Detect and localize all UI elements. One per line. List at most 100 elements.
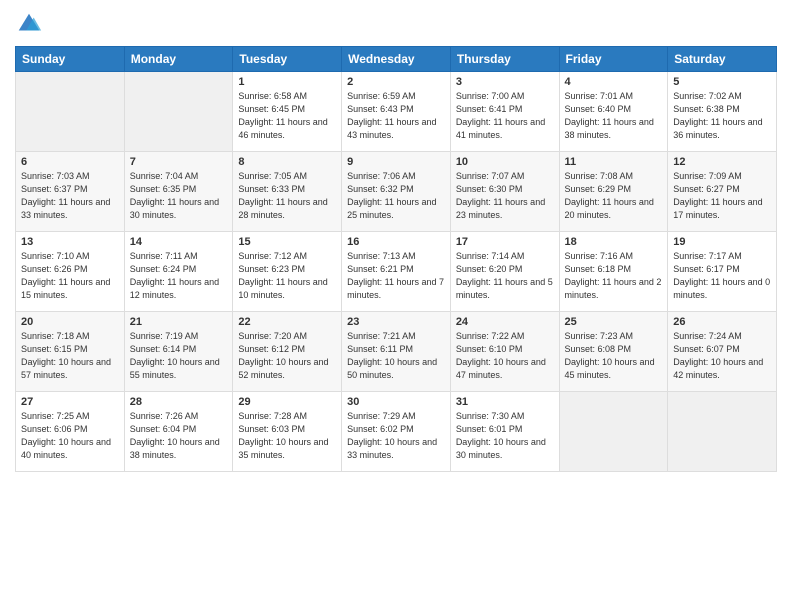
day-number: 1 (238, 76, 336, 88)
calendar-cell (559, 392, 668, 472)
day-number: 13 (21, 236, 119, 248)
day-info: Sunrise: 7:03 AMSunset: 6:37 PMDaylight:… (21, 171, 110, 220)
day-info: Sunrise: 7:12 AMSunset: 6:23 PMDaylight:… (238, 251, 327, 300)
calendar-cell: 4 Sunrise: 7:01 AMSunset: 6:40 PMDayligh… (559, 72, 668, 152)
calendar-cell (124, 72, 233, 152)
calendar-cell: 23 Sunrise: 7:21 AMSunset: 6:11 PMDaylig… (342, 312, 451, 392)
day-number: 30 (347, 396, 445, 408)
day-info: Sunrise: 7:17 AMSunset: 6:17 PMDaylight:… (673, 251, 770, 300)
calendar-cell: 22 Sunrise: 7:20 AMSunset: 6:12 PMDaylig… (233, 312, 342, 392)
day-number: 12 (673, 156, 771, 168)
day-info: Sunrise: 7:04 AMSunset: 6:35 PMDaylight:… (130, 171, 219, 220)
calendar-cell: 14 Sunrise: 7:11 AMSunset: 6:24 PMDaylig… (124, 232, 233, 312)
calendar-cell: 25 Sunrise: 7:23 AMSunset: 6:08 PMDaylig… (559, 312, 668, 392)
calendar-cell: 27 Sunrise: 7:25 AMSunset: 6:06 PMDaylig… (16, 392, 125, 472)
calendar-table: SundayMondayTuesdayWednesdayThursdayFrid… (15, 46, 777, 472)
calendar-cell: 17 Sunrise: 7:14 AMSunset: 6:20 PMDaylig… (450, 232, 559, 312)
calendar-cell: 2 Sunrise: 6:59 AMSunset: 6:43 PMDayligh… (342, 72, 451, 152)
weekday-header-wednesday: Wednesday (342, 47, 451, 72)
calendar-cell: 20 Sunrise: 7:18 AMSunset: 6:15 PMDaylig… (16, 312, 125, 392)
day-info: Sunrise: 7:16 AMSunset: 6:18 PMDaylight:… (565, 251, 662, 300)
day-info: Sunrise: 7:11 AMSunset: 6:24 PMDaylight:… (130, 251, 219, 300)
day-number: 18 (565, 236, 663, 248)
day-info: Sunrise: 7:06 AMSunset: 6:32 PMDaylight:… (347, 171, 436, 220)
weekday-header-sunday: Sunday (16, 47, 125, 72)
logo-icon (15, 10, 43, 38)
day-info: Sunrise: 7:09 AMSunset: 6:27 PMDaylight:… (673, 171, 762, 220)
day-info: Sunrise: 7:24 AMSunset: 6:07 PMDaylight:… (673, 331, 763, 380)
day-number: 9 (347, 156, 445, 168)
weekday-header-monday: Monday (124, 47, 233, 72)
calendar-cell: 19 Sunrise: 7:17 AMSunset: 6:17 PMDaylig… (668, 232, 777, 312)
day-number: 7 (130, 156, 228, 168)
day-number: 29 (238, 396, 336, 408)
day-info: Sunrise: 7:02 AMSunset: 6:38 PMDaylight:… (673, 91, 762, 140)
calendar-cell: 15 Sunrise: 7:12 AMSunset: 6:23 PMDaylig… (233, 232, 342, 312)
calendar-cell: 7 Sunrise: 7:04 AMSunset: 6:35 PMDayligh… (124, 152, 233, 232)
day-info: Sunrise: 7:07 AMSunset: 6:30 PMDaylight:… (456, 171, 545, 220)
day-number: 14 (130, 236, 228, 248)
day-info: Sunrise: 7:30 AMSunset: 6:01 PMDaylight:… (456, 411, 546, 460)
calendar-cell: 3 Sunrise: 7:00 AMSunset: 6:41 PMDayligh… (450, 72, 559, 152)
day-number: 15 (238, 236, 336, 248)
calendar-cell: 13 Sunrise: 7:10 AMSunset: 6:26 PMDaylig… (16, 232, 125, 312)
day-info: Sunrise: 6:59 AMSunset: 6:43 PMDaylight:… (347, 91, 436, 140)
day-info: Sunrise: 7:00 AMSunset: 6:41 PMDaylight:… (456, 91, 545, 140)
calendar-cell: 16 Sunrise: 7:13 AMSunset: 6:21 PMDaylig… (342, 232, 451, 312)
calendar-cell (668, 392, 777, 472)
day-info: Sunrise: 6:58 AMSunset: 6:45 PMDaylight:… (238, 91, 327, 140)
calendar-cell: 11 Sunrise: 7:08 AMSunset: 6:29 PMDaylig… (559, 152, 668, 232)
weekday-header-tuesday: Tuesday (233, 47, 342, 72)
calendar-cell: 12 Sunrise: 7:09 AMSunset: 6:27 PMDaylig… (668, 152, 777, 232)
day-number: 11 (565, 156, 663, 168)
day-number: 20 (21, 316, 119, 328)
calendar-week-row: 13 Sunrise: 7:10 AMSunset: 6:26 PMDaylig… (16, 232, 777, 312)
header (15, 10, 777, 38)
day-info: Sunrise: 7:05 AMSunset: 6:33 PMDaylight:… (238, 171, 327, 220)
calendar-cell: 18 Sunrise: 7:16 AMSunset: 6:18 PMDaylig… (559, 232, 668, 312)
calendar-cell (16, 72, 125, 152)
calendar-cell: 6 Sunrise: 7:03 AMSunset: 6:37 PMDayligh… (16, 152, 125, 232)
day-number: 24 (456, 316, 554, 328)
day-info: Sunrise: 7:22 AMSunset: 6:10 PMDaylight:… (456, 331, 546, 380)
day-info: Sunrise: 7:18 AMSunset: 6:15 PMDaylight:… (21, 331, 111, 380)
day-number: 4 (565, 76, 663, 88)
logo (15, 10, 47, 38)
calendar-cell: 8 Sunrise: 7:05 AMSunset: 6:33 PMDayligh… (233, 152, 342, 232)
day-number: 26 (673, 316, 771, 328)
calendar-cell: 30 Sunrise: 7:29 AMSunset: 6:02 PMDaylig… (342, 392, 451, 472)
calendar-cell: 9 Sunrise: 7:06 AMSunset: 6:32 PMDayligh… (342, 152, 451, 232)
day-info: Sunrise: 7:26 AMSunset: 6:04 PMDaylight:… (130, 411, 220, 460)
calendar-cell: 24 Sunrise: 7:22 AMSunset: 6:10 PMDaylig… (450, 312, 559, 392)
weekday-header-saturday: Saturday (668, 47, 777, 72)
day-number: 21 (130, 316, 228, 328)
day-number: 2 (347, 76, 445, 88)
day-number: 31 (456, 396, 554, 408)
day-info: Sunrise: 7:20 AMSunset: 6:12 PMDaylight:… (238, 331, 328, 380)
day-number: 19 (673, 236, 771, 248)
day-info: Sunrise: 7:19 AMSunset: 6:14 PMDaylight:… (130, 331, 220, 380)
day-number: 22 (238, 316, 336, 328)
day-number: 16 (347, 236, 445, 248)
day-info: Sunrise: 7:21 AMSunset: 6:11 PMDaylight:… (347, 331, 437, 380)
calendar-cell: 1 Sunrise: 6:58 AMSunset: 6:45 PMDayligh… (233, 72, 342, 152)
calendar-week-row: 1 Sunrise: 6:58 AMSunset: 6:45 PMDayligh… (16, 72, 777, 152)
calendar-cell: 31 Sunrise: 7:30 AMSunset: 6:01 PMDaylig… (450, 392, 559, 472)
day-number: 10 (456, 156, 554, 168)
calendar-week-row: 20 Sunrise: 7:18 AMSunset: 6:15 PMDaylig… (16, 312, 777, 392)
weekday-header-friday: Friday (559, 47, 668, 72)
calendar-cell: 29 Sunrise: 7:28 AMSunset: 6:03 PMDaylig… (233, 392, 342, 472)
day-info: Sunrise: 7:23 AMSunset: 6:08 PMDaylight:… (565, 331, 655, 380)
day-info: Sunrise: 7:29 AMSunset: 6:02 PMDaylight:… (347, 411, 437, 460)
day-info: Sunrise: 7:01 AMSunset: 6:40 PMDaylight:… (565, 91, 654, 140)
day-number: 8 (238, 156, 336, 168)
weekday-header-row: SundayMondayTuesdayWednesdayThursdayFrid… (16, 47, 777, 72)
calendar-cell: 5 Sunrise: 7:02 AMSunset: 6:38 PMDayligh… (668, 72, 777, 152)
day-number: 3 (456, 76, 554, 88)
day-info: Sunrise: 7:14 AMSunset: 6:20 PMDaylight:… (456, 251, 553, 300)
calendar-cell: 10 Sunrise: 7:07 AMSunset: 6:30 PMDaylig… (450, 152, 559, 232)
day-info: Sunrise: 7:13 AMSunset: 6:21 PMDaylight:… (347, 251, 444, 300)
day-number: 27 (21, 396, 119, 408)
day-info: Sunrise: 7:28 AMSunset: 6:03 PMDaylight:… (238, 411, 328, 460)
calendar-cell: 21 Sunrise: 7:19 AMSunset: 6:14 PMDaylig… (124, 312, 233, 392)
